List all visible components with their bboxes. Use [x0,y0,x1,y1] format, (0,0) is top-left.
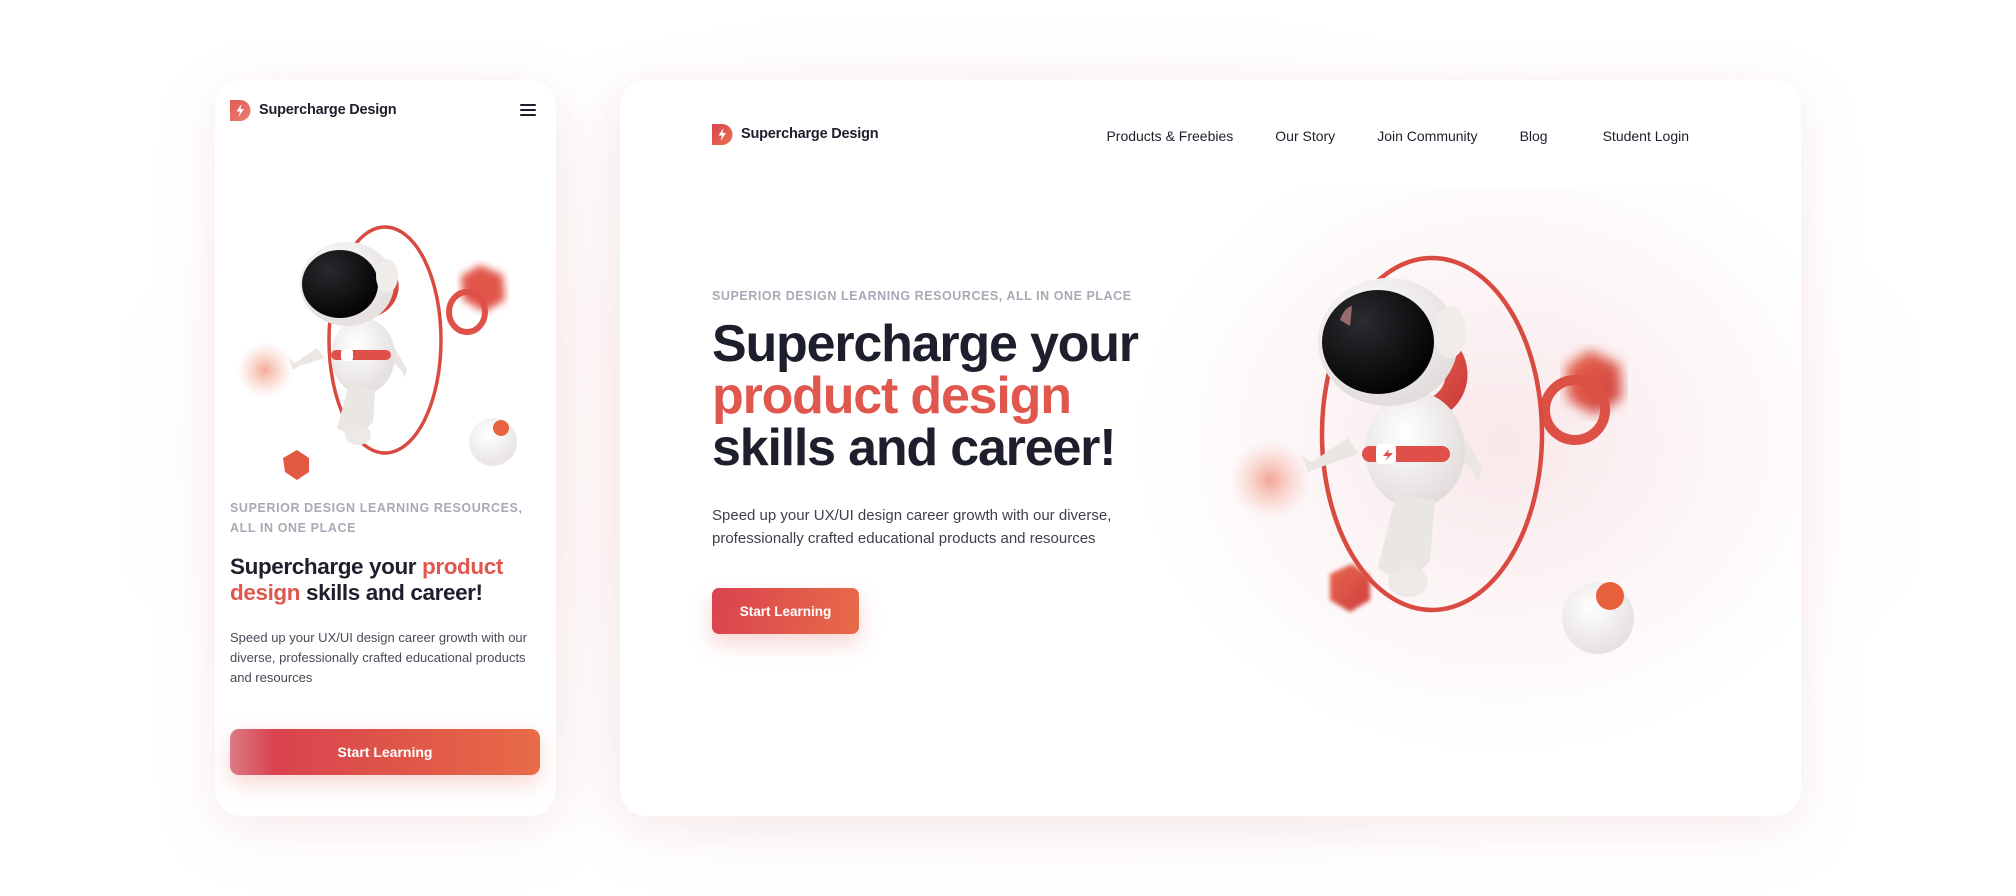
nav-join-community[interactable]: Join Community [1377,125,1477,144]
logo-icon[interactable] [230,99,251,121]
orange-sphere [1596,582,1624,610]
hero-eyebrow: SUPERIOR DESIGN LEARNING RESOURCES, ALL … [230,501,523,535]
title-part: Supercharge your [230,554,423,579]
astronaut [1302,278,1482,597]
hero-description: Speed up your UX/UI design career growth… [712,507,1112,547]
blurred-orange-orb [237,342,293,398]
main-nav: Products & Freebies Our Story Join Commu… [1106,125,1689,144]
blurred-orange-orb [1230,440,1310,520]
hero-title: Supercharge your product design skills a… [230,554,540,606]
brand-name[interactable]: Supercharge Design [741,126,879,142]
start-learning-button[interactable]: Start Learning [230,729,540,775]
brand-name[interactable]: Supercharge Design [259,102,397,118]
mobile-preview-card: Supercharge Design SUPERIOR DESIGN LEARN… [215,80,556,816]
hero-title: Supercharge your product design skills a… [712,318,1212,474]
mobile-header: Supercharge Design [230,95,536,125]
hero-description: Speed up your UX/UI design career growth… [230,630,527,685]
white-sphere [469,418,517,466]
hero-eyebrow: SUPERIOR DESIGN LEARNING RESOURCES, ALL … [712,289,1132,303]
start-learning-button[interactable]: Start Learning [712,588,859,634]
orange-sphere [493,420,509,436]
nav-our-story[interactable]: Our Story [1275,125,1335,144]
desktop-header: Supercharge Design Products & Freebies O… [712,116,1689,152]
nav-products-freebies[interactable]: Products & Freebies [1106,125,1233,144]
desktop-preview-card: Supercharge Design Products & Freebies O… [620,80,1801,816]
astronaut [289,242,407,445]
astronaut-illustration [1210,250,1634,654]
title-accent: product design [712,367,1072,425]
title-line-3: skills and career! [712,419,1117,477]
title-line-1: Supercharge your [712,315,1139,373]
hamburger-menu-icon[interactable] [520,103,536,117]
red-cube [283,450,309,480]
mobile-hero-text: SUPERIOR DESIGN LEARNING RESOURCES, ALL … [230,498,540,688]
desktop-hero-text: SUPERIOR DESIGN LEARNING RESOURCES, ALL … [712,288,1212,550]
astronaut-illustration [225,200,545,500]
nav-blog[interactable]: Blog [1520,125,1548,144]
title-part: skills and career! [300,580,483,605]
nav-student-login[interactable]: Student Login [1603,125,1689,144]
logo-icon[interactable] [712,123,733,145]
